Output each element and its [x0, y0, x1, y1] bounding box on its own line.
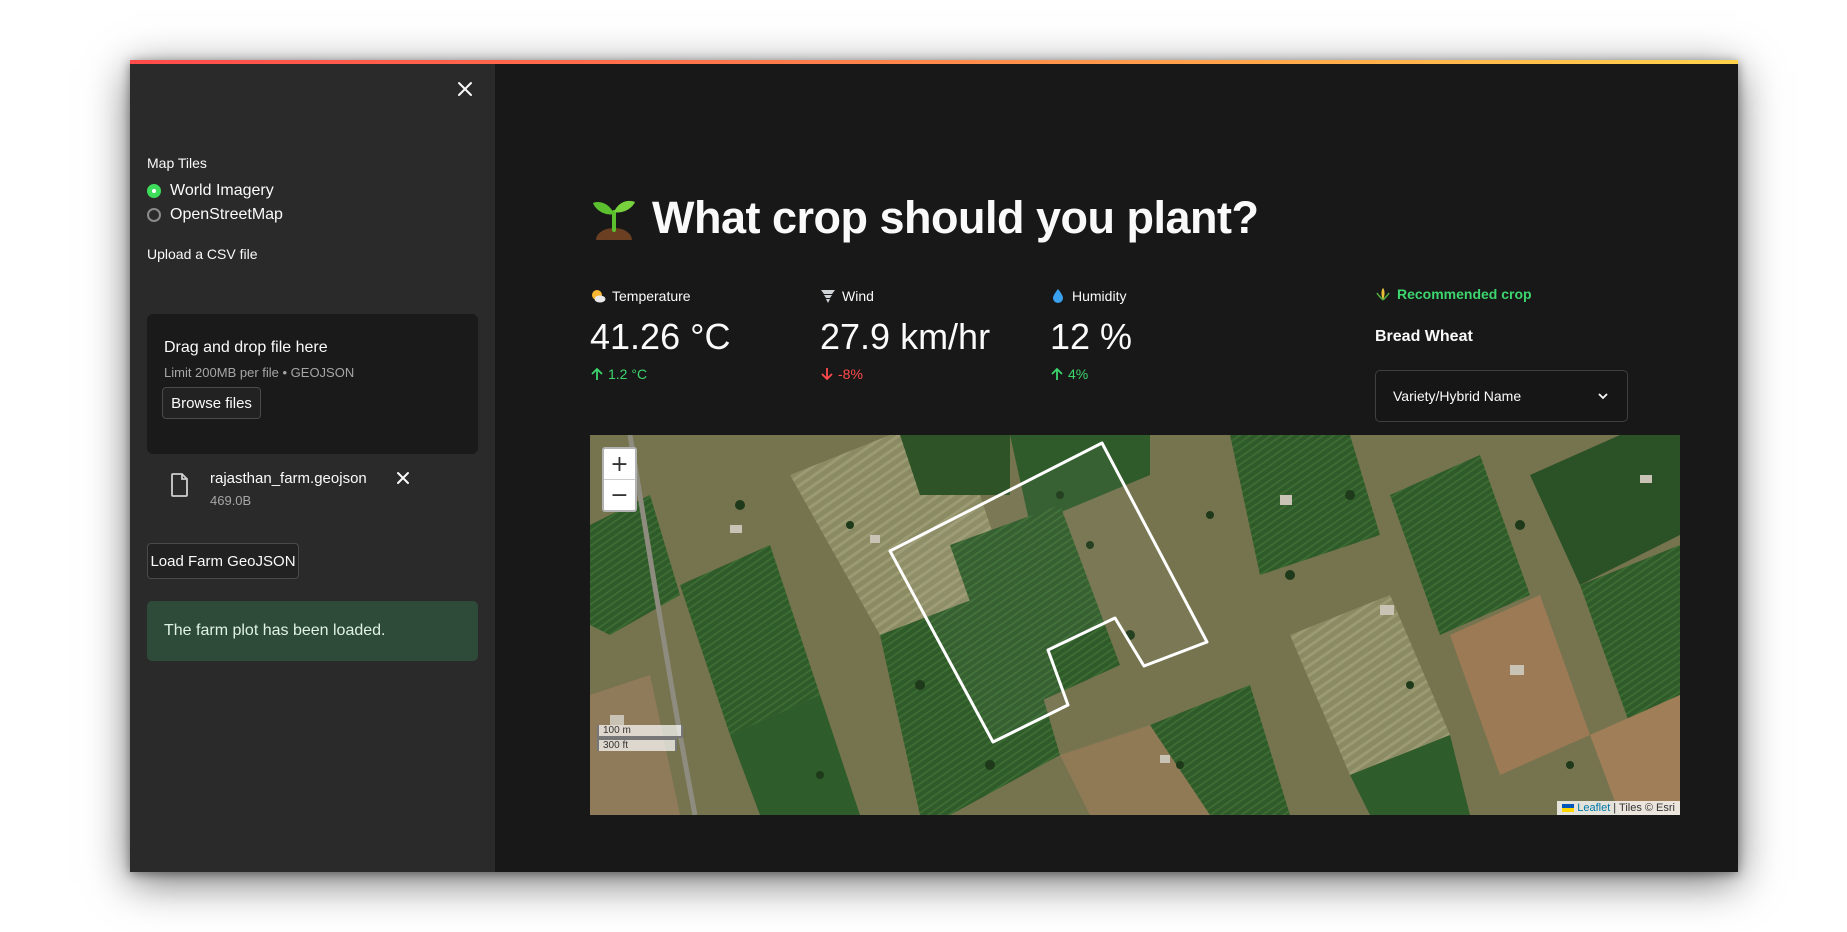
zoom-in-button[interactable]: + [604, 449, 635, 479]
attribution-text: | Tiles © Esri [1613, 802, 1675, 814]
metric-value: 27.9 km/hr [820, 316, 991, 357]
close-sidebar-icon[interactable] [455, 79, 475, 99]
page-title: What crop should you plant? [652, 192, 1259, 243]
radio-unselected-icon [147, 208, 161, 222]
seedling-icon [593, 200, 635, 240]
metric-delta-text: 1.2 °C [608, 366, 648, 382]
zoom-control: + − [602, 447, 637, 512]
metric-delta: -8% [820, 366, 990, 382]
radio-selected-icon [147, 184, 161, 198]
dropzone-limit: Limit 200MB per file • GEOJSON [164, 365, 355, 380]
map-attribution: Leaflet | Tiles © Esri [1557, 801, 1680, 815]
variety-select-value: Variety/Hybrid Name [1393, 388, 1522, 404]
app-window: Map Tiles World Imagery OpenStreetMap Up… [130, 60, 1738, 872]
map-tiles-label: Map Tiles [147, 155, 207, 171]
radio-world-imagery[interactable]: World Imagery [147, 182, 274, 200]
radio-openstreetmap[interactable]: OpenStreetMap [147, 206, 283, 224]
metric-value: 41.26 °C [590, 316, 731, 357]
file-size: 469.0B [210, 493, 252, 508]
metric-temperature: Temperature 41.26 °C 1.2 °C [590, 286, 730, 382]
recommended-crop-label: Recommended crop [1375, 286, 1532, 302]
upload-label: Upload a CSV file [147, 246, 258, 262]
success-alert: The farm plot has been loaded. [147, 601, 478, 661]
tornado-icon [821, 290, 835, 303]
metric-delta-text: -8% [838, 366, 863, 382]
arrow-down-icon [821, 368, 833, 381]
file-icon [171, 473, 188, 497]
zoom-out-button[interactable]: − [604, 479, 635, 510]
arrow-up-icon [1051, 367, 1063, 380]
metric-delta-text: 4% [1068, 366, 1089, 382]
file-dropzone[interactable]: Drag and drop file here Limit 200MB per … [147, 314, 478, 454]
metric-humidity: Humidity 12 % 4% [1050, 286, 1132, 382]
radio-label: World Imagery [170, 182, 274, 199]
metric-label: Humidity [1072, 288, 1127, 304]
metric-delta: 1.2 °C [590, 366, 730, 382]
sun-cloud-icon [592, 290, 606, 303]
recommended-label-text: Recommended crop [1397, 286, 1532, 302]
sidebar: Map Tiles World Imagery OpenStreetMap Up… [130, 64, 495, 872]
remove-file-icon[interactable] [395, 470, 411, 486]
browse-files-button[interactable]: Browse files [162, 387, 261, 419]
droplet-icon [1053, 289, 1063, 303]
ukraine-flag-icon [1562, 804, 1575, 812]
arrow-up-icon [591, 367, 603, 380]
scale-meters: 100 m [597, 725, 683, 738]
main-content: What crop should you plant? Temperature … [495, 64, 1738, 872]
chevron-down-icon [1598, 393, 1608, 400]
variety-select[interactable]: Variety/Hybrid Name [1375, 370, 1628, 422]
file-name: rajasthan_farm.geojson [210, 470, 367, 487]
corn-icon [1376, 288, 1390, 301]
page-header: What crop should you plant? [590, 192, 1259, 244]
farm-map[interactable]: + − 100 m 300 ft Leaflet | Tiles © Esri [590, 435, 1680, 815]
leaflet-link[interactable]: Leaflet [1577, 802, 1610, 814]
metric-delta: 4% [1050, 366, 1132, 382]
metric-label: Wind [842, 288, 874, 304]
metric-wind: Wind 27.9 km/hr -8% [820, 286, 990, 382]
load-farm-geojson-button[interactable]: Load Farm GeoJSON [147, 543, 299, 579]
dropzone-title: Drag and drop file here [164, 339, 328, 356]
radio-label: OpenStreetMap [170, 206, 283, 223]
metric-label: Temperature [612, 288, 691, 304]
scale-feet: 300 ft [597, 738, 677, 751]
satellite-imagery [590, 435, 1680, 815]
uploaded-file: rajasthan_farm.geojson 469.0B [147, 464, 478, 514]
metric-value: 12 % [1050, 316, 1133, 357]
recommended-crop-value: Bread Wheat [1375, 328, 1473, 345]
